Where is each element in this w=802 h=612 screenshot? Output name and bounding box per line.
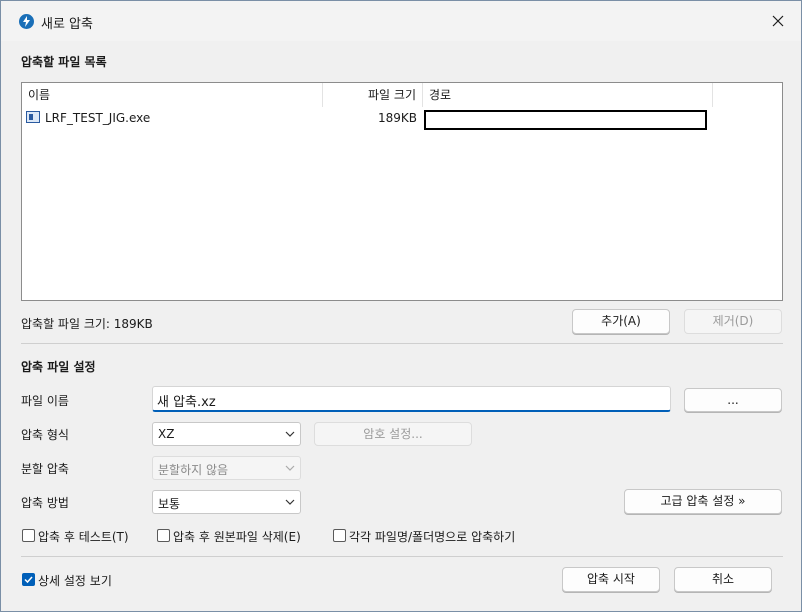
test-after-compress-label[interactable]: 압축 후 테스트(T) bbox=[38, 528, 129, 545]
file-list[interactable]: 이름 파일 크기 경로 LRF_TEST_JIG.exe 189KB bbox=[21, 82, 783, 301]
method-select[interactable]: 보통 bbox=[152, 490, 301, 514]
file-name: LRF_TEST_JIG.exe bbox=[45, 111, 151, 125]
filename-input[interactable]: 새 압축.xz bbox=[152, 386, 671, 412]
file-list-header: 이름 파일 크기 경로 bbox=[22, 83, 782, 107]
file-list-title: 압축할 파일 목록 bbox=[21, 55, 107, 69]
split-select-value: 분할하지 않음 bbox=[158, 463, 229, 477]
test-after-compress-checkbox[interactable] bbox=[22, 529, 35, 542]
file-row[interactable]: LRF_TEST_JIG.exe 189KB bbox=[22, 108, 782, 130]
compress-dialog: 새로 압축 압축할 파일 목록 이름 파일 크기 경로 LRF_TEST_JIG… bbox=[0, 0, 802, 612]
chevron-down-icon bbox=[285, 499, 295, 505]
split-select[interactable]: 분할하지 않음 bbox=[152, 456, 301, 480]
close-button[interactable] bbox=[755, 1, 801, 41]
split-label: 분할 압축 bbox=[21, 462, 69, 476]
compress-each-checkbox[interactable] bbox=[333, 529, 346, 542]
start-compress-button[interactable]: 압축 시작 bbox=[562, 567, 660, 592]
checkmark-icon bbox=[24, 576, 33, 584]
column-header-name[interactable]: 이름 bbox=[22, 83, 323, 107]
executable-file-icon bbox=[26, 111, 40, 123]
browse-button[interactable]: ... bbox=[684, 388, 782, 412]
format-label: 압축 형식 bbox=[21, 428, 69, 442]
cancel-button[interactable]: 취소 bbox=[674, 567, 772, 592]
close-icon bbox=[772, 15, 784, 27]
method-select-value: 보통 bbox=[158, 497, 181, 511]
delete-original-label[interactable]: 압축 후 원본파일 삭제(E) bbox=[173, 528, 301, 545]
settings-title: 압축 파일 설정 bbox=[21, 360, 96, 374]
filename-label: 파일 이름 bbox=[21, 394, 69, 408]
total-size-label: 압축할 파일 크기: 189KB bbox=[21, 317, 153, 331]
password-button[interactable]: 암호 설정... bbox=[314, 422, 472, 446]
format-select-value: XZ bbox=[158, 427, 175, 441]
show-details-checkbox[interactable] bbox=[22, 573, 35, 586]
footer-divider bbox=[21, 556, 783, 557]
add-button[interactable]: 추가(A) bbox=[572, 309, 670, 334]
format-select[interactable]: XZ bbox=[152, 422, 301, 446]
file-path bbox=[424, 110, 707, 130]
delete-original-checkbox[interactable] bbox=[157, 529, 170, 542]
method-label: 압축 방법 bbox=[21, 496, 69, 510]
compress-each-label[interactable]: 각각 파일명/폴더명으로 압축하기 bbox=[349, 528, 515, 545]
remove-button[interactable]: 제거(D) bbox=[684, 309, 782, 334]
file-size: 189KB bbox=[377, 111, 417, 125]
column-header-path[interactable]: 경로 bbox=[423, 83, 713, 107]
advanced-settings-button[interactable]: 고급 압축 설정 » bbox=[624, 489, 782, 514]
app-logo-icon bbox=[19, 14, 34, 29]
show-details-label[interactable]: 상세 설정 보기 bbox=[38, 572, 112, 589]
column-header-size[interactable]: 파일 크기 bbox=[323, 83, 423, 107]
chevron-down-icon bbox=[285, 465, 295, 471]
section-divider bbox=[21, 343, 783, 344]
chevron-down-icon bbox=[285, 431, 295, 437]
window-title: 새로 압축 bbox=[41, 17, 93, 32]
title-bar: 새로 압축 bbox=[1, 1, 801, 41]
